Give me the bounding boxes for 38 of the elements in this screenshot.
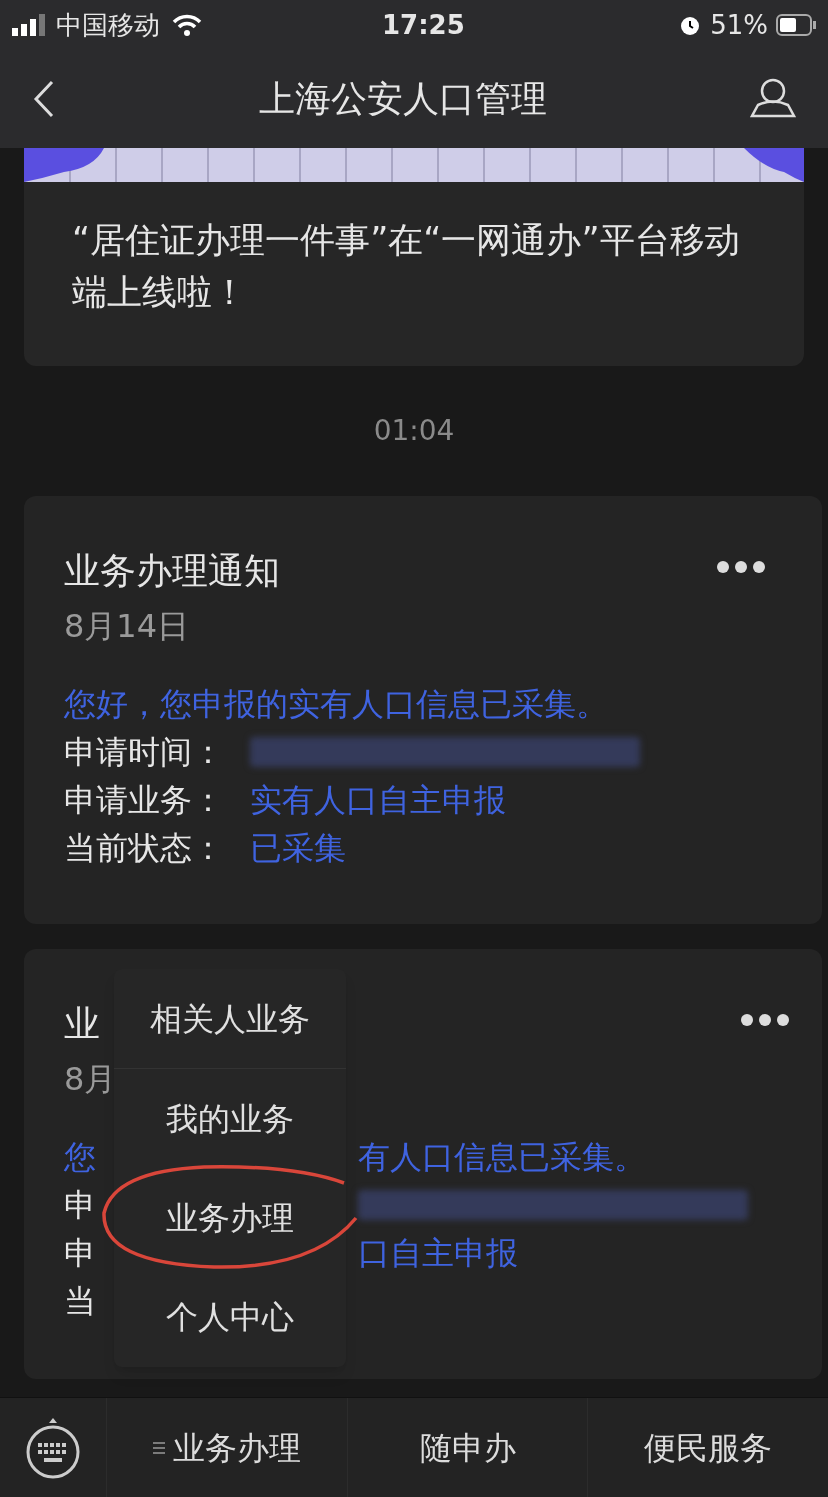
menu-item[interactable]: 个人中心 <box>166 1293 294 1342</box>
menu-item[interactable]: 我的业务 <box>166 1094 294 1143</box>
card-date: 8月 <box>64 1059 118 1100</box>
card-title: 业务办理通知 <box>64 549 280 593</box>
signal-icon <box>12 14 48 36</box>
field-label: 当 <box>64 1282 96 1320</box>
greeting-text: 您好，您申报的实有人口信息已采集。 <box>64 684 609 725</box>
field-label: 申 <box>64 1234 96 1272</box>
field-label: 申 <box>64 1186 96 1224</box>
menu-icon <box>152 1440 165 1455</box>
page-title: 上海公安人口管理 <box>258 77 548 121</box>
greeting-text: 您 <box>64 1138 96 1176</box>
field-label: 申请时间： <box>64 733 224 771</box>
wifi-icon <box>172 14 202 36</box>
field-label: 申请业务： <box>64 781 224 819</box>
card-title: 业 <box>64 1003 100 1044</box>
field-value: 口自主申报 <box>358 1233 518 1274</box>
more-icon[interactable] <box>740 1013 790 1027</box>
field-value: 已采集 <box>250 828 346 869</box>
banner-text: “居住证办理一件事”在“一网通办”平台移动端上线啦！ <box>71 219 741 314</box>
person-icon[interactable] <box>750 78 796 120</box>
menu-item[interactable]: 相关人业务 <box>150 994 310 1043</box>
back-icon[interactable] <box>32 79 56 119</box>
greeting-text: 有人口信息已采集。 <box>358 1137 646 1178</box>
card-date: 8月14日 <box>64 606 191 647</box>
keyboard-icon[interactable] <box>25 1416 81 1479</box>
battery-percent: 51% <box>710 8 768 42</box>
bottom-menu-button[interactable]: 业务办理 <box>152 1423 301 1472</box>
field-label: 当前状态： <box>64 829 224 867</box>
message-time: 01:04 <box>373 413 455 449</box>
field-value: 实有人口自主申报 <box>250 780 506 821</box>
more-icon[interactable] <box>716 560 766 574</box>
bottom-menu-button[interactable]: 随申办 <box>419 1423 516 1472</box>
menu-item[interactable]: 业务办理 <box>166 1194 294 1243</box>
carrier-text: 中国移动 <box>56 8 160 42</box>
clock-text: 17:25 <box>382 8 465 42</box>
bottom-menu-button[interactable]: 便民服务 <box>644 1423 773 1472</box>
battery-icon <box>776 14 816 36</box>
